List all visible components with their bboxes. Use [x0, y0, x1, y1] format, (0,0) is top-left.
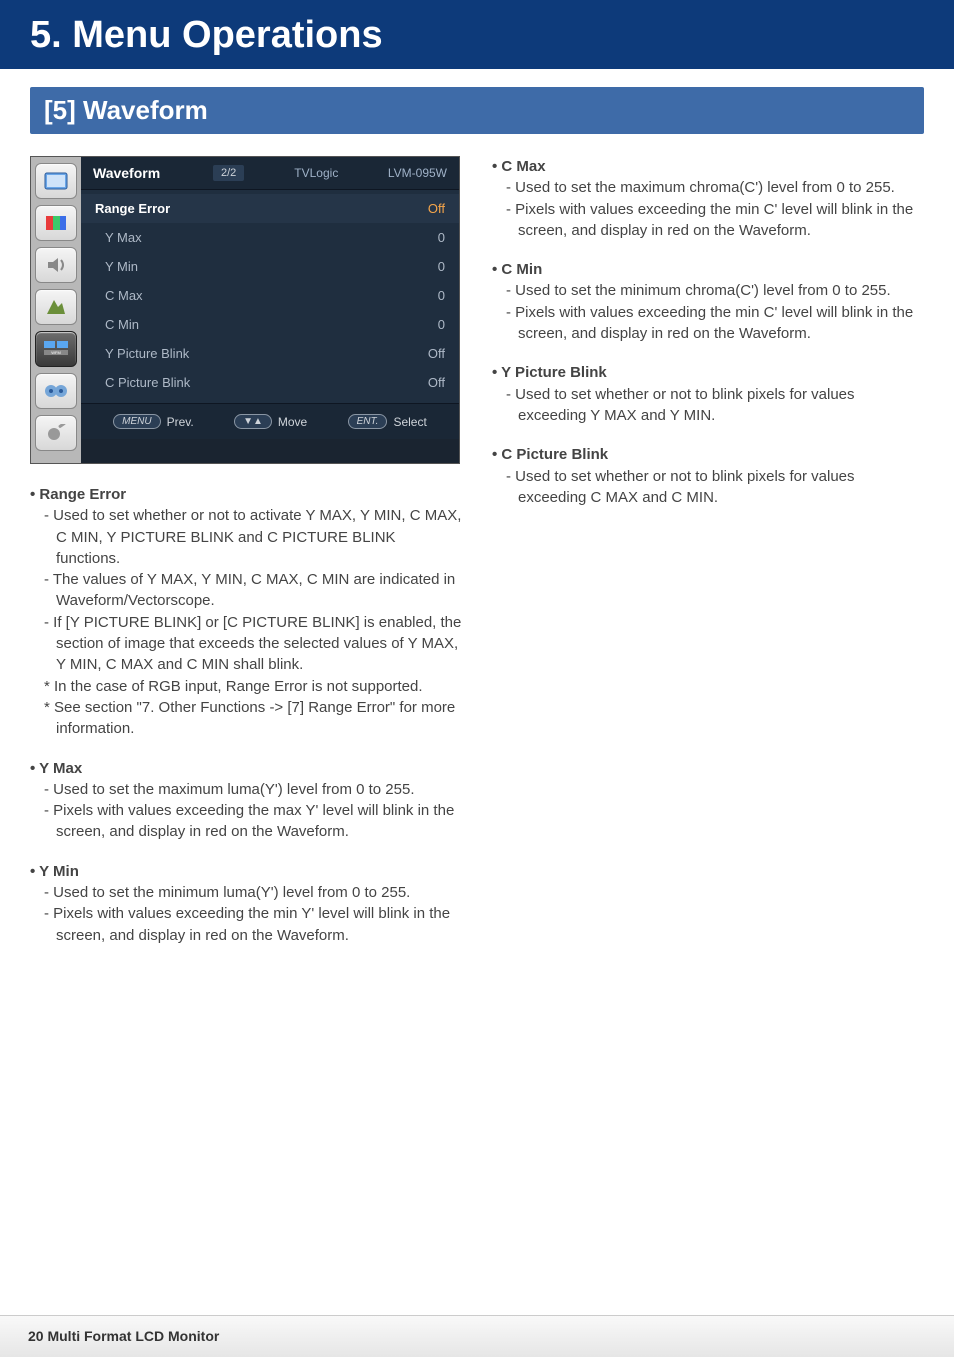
- right-column: C Max - Used to set the maximum chroma(C…: [492, 156, 924, 964]
- body-line: * In the case of RGB input, Range Error …: [44, 676, 462, 697]
- item-ymin: Y Min - Used to set the minimum luma(Y')…: [30, 861, 462, 946]
- item-ymax: Y Max - Used to set the maximum luma(Y')…: [30, 758, 462, 843]
- osd-row-cpicture[interactable]: C Picture Blink Off: [81, 368, 459, 397]
- body-line: - Used to set the minimum luma(Y') level…: [44, 882, 462, 903]
- body-line: - Used to set the maximum luma(Y') level…: [44, 779, 462, 800]
- item-body: - Used to set the maximum luma(Y') level…: [30, 779, 462, 843]
- item-range-error: Range Error - Used to set whether or not…: [30, 484, 462, 740]
- osd-row-value: 0: [438, 317, 445, 332]
- osd-row-ymin[interactable]: Y Min 0: [81, 252, 459, 281]
- osd-sidebar: WFM: [31, 157, 81, 463]
- item-cmax: C Max - Used to set the maximum chroma(C…: [492, 156, 924, 241]
- osd-row-value: 0: [438, 288, 445, 303]
- body-line: - If [Y PICTURE BLINK] or [C PICTURE BLI…: [44, 612, 462, 676]
- osd-row-value: Off: [428, 346, 445, 361]
- body-line: - Used to set the maximum chroma(C') lev…: [506, 177, 924, 198]
- item-body: - Used to set whether or not to blink pi…: [492, 384, 924, 427]
- body-line: - Used to set whether or not to blink pi…: [506, 466, 924, 509]
- osd-icon-display[interactable]: [35, 373, 77, 409]
- osd-nav-prev: MENU Prev.: [113, 414, 194, 429]
- item-body: - Used to set the minimum luma(Y') level…: [30, 882, 462, 946]
- left-column: WFM Waveform 2/2 TVLogic LVM-095W: [30, 156, 462, 964]
- osd-row-value: Off: [428, 375, 445, 390]
- item-heading: C Min: [492, 259, 924, 280]
- body-line: - Pixels with values exceeding the max Y…: [44, 800, 462, 843]
- page: 5. Menu Operations [5] Waveform: [0, 0, 954, 1357]
- body-line: - Used to set the minimum chroma(C') lev…: [506, 280, 924, 301]
- enter-key-icon: ENT.: [348, 414, 388, 429]
- osd-nav-select: ENT. Select: [348, 414, 427, 429]
- item-ypicture: Y Picture Blink - Used to set whether or…: [492, 362, 924, 426]
- body-line: - Used to set whether or not to activate…: [44, 505, 462, 569]
- item-heading: Y Min: [30, 861, 462, 882]
- osd-brand: TVLogic: [294, 166, 388, 180]
- osd-model: LVM-095W: [388, 166, 447, 180]
- osd-row-ypicture[interactable]: Y Picture Blink Off: [81, 339, 459, 368]
- osd-row-label: C Max: [105, 288, 143, 303]
- body-line: - Pixels with values exceeding the min C…: [506, 302, 924, 345]
- svg-text:WFM: WFM: [51, 350, 61, 355]
- osd-icon-color[interactable]: [35, 205, 77, 241]
- osd-row-label: Y Max: [105, 230, 142, 245]
- content-columns: WFM Waveform 2/2 TVLogic LVM-095W: [0, 134, 954, 964]
- osd-row-cmax[interactable]: C Max 0: [81, 281, 459, 310]
- osd-title: Waveform: [93, 165, 213, 181]
- body-line: - Used to set whether or not to blink pi…: [506, 384, 924, 427]
- arrow-key-icon: ▼▲: [234, 414, 272, 429]
- item-body: - Used to set the minimum chroma(C') lev…: [492, 280, 924, 344]
- osd-nav-label: Prev.: [167, 415, 194, 429]
- osd-row-label: C Min: [105, 317, 139, 332]
- osd-main: Waveform 2/2 TVLogic LVM-095W Range Erro…: [81, 157, 459, 439]
- osd-icon-picture[interactable]: [35, 163, 77, 199]
- osd-row-cmin[interactable]: C Min 0: [81, 310, 459, 339]
- osd-row-label: C Picture Blink: [105, 375, 190, 390]
- osd-icon-waveform[interactable]: WFM: [35, 331, 77, 367]
- osd-row-value: 0: [438, 259, 445, 274]
- item-heading: C Picture Blink: [492, 444, 924, 465]
- osd-footer: MENU Prev. ▼▲ Move ENT. Select: [81, 403, 459, 439]
- osd-body: Range Error Off Y Max 0 Y Min 0 C Max: [81, 190, 459, 403]
- item-body: - Used to set whether or not to blink pi…: [492, 466, 924, 509]
- osd-header: Waveform 2/2 TVLogic LVM-095W: [81, 157, 459, 190]
- osd-icon-marker[interactable]: [35, 289, 77, 325]
- osd-row-label: Y Picture Blink: [105, 346, 189, 361]
- osd-menu: WFM Waveform 2/2 TVLogic LVM-095W: [30, 156, 460, 464]
- item-body: - Used to set whether or not to activate…: [30, 505, 462, 739]
- page-footer: 20 Multi Format LCD Monitor: [0, 1315, 954, 1357]
- item-heading: Y Picture Blink: [492, 362, 924, 383]
- item-body: - Used to set the maximum chroma(C') lev…: [492, 177, 924, 241]
- osd-row-value: Off: [428, 201, 445, 216]
- osd-row-ymax[interactable]: Y Max 0: [81, 223, 459, 252]
- item-heading: C Max: [492, 156, 924, 177]
- item-heading: Range Error: [30, 484, 462, 505]
- osd-row-label: Range Error: [95, 201, 170, 216]
- footer-text: 20 Multi Format LCD Monitor: [28, 1328, 219, 1344]
- body-line: - Pixels with values exceeding the min C…: [506, 199, 924, 242]
- menu-key-icon: MENU: [113, 414, 160, 429]
- osd-row-value: 0: [438, 230, 445, 245]
- item-cmin: C Min - Used to set the minimum chroma(C…: [492, 259, 924, 344]
- body-line: - The values of Y MAX, Y MIN, C MAX, C M…: [44, 569, 462, 612]
- osd-icon-audio[interactable]: [35, 247, 77, 283]
- section-title: 5. Menu Operations: [0, 0, 954, 69]
- osd-row-label: Y Min: [105, 259, 138, 274]
- osd-nav-move: ▼▲ Move: [234, 414, 307, 429]
- body-line: - Pixels with values exceeding the min Y…: [44, 903, 462, 946]
- osd-page-indicator: 2/2: [213, 165, 244, 181]
- item-cpicture: C Picture Blink - Used to set whether or…: [492, 444, 924, 508]
- section-subtitle: [5] Waveform: [30, 87, 924, 134]
- item-heading: Y Max: [30, 758, 462, 779]
- osd-row-range-error[interactable]: Range Error Off: [81, 194, 459, 223]
- osd-icon-system[interactable]: [35, 415, 77, 451]
- osd-nav-label: Select: [393, 415, 426, 429]
- body-line: * See section "7. Other Functions -> [7]…: [44, 697, 462, 740]
- osd-nav-label: Move: [278, 415, 307, 429]
